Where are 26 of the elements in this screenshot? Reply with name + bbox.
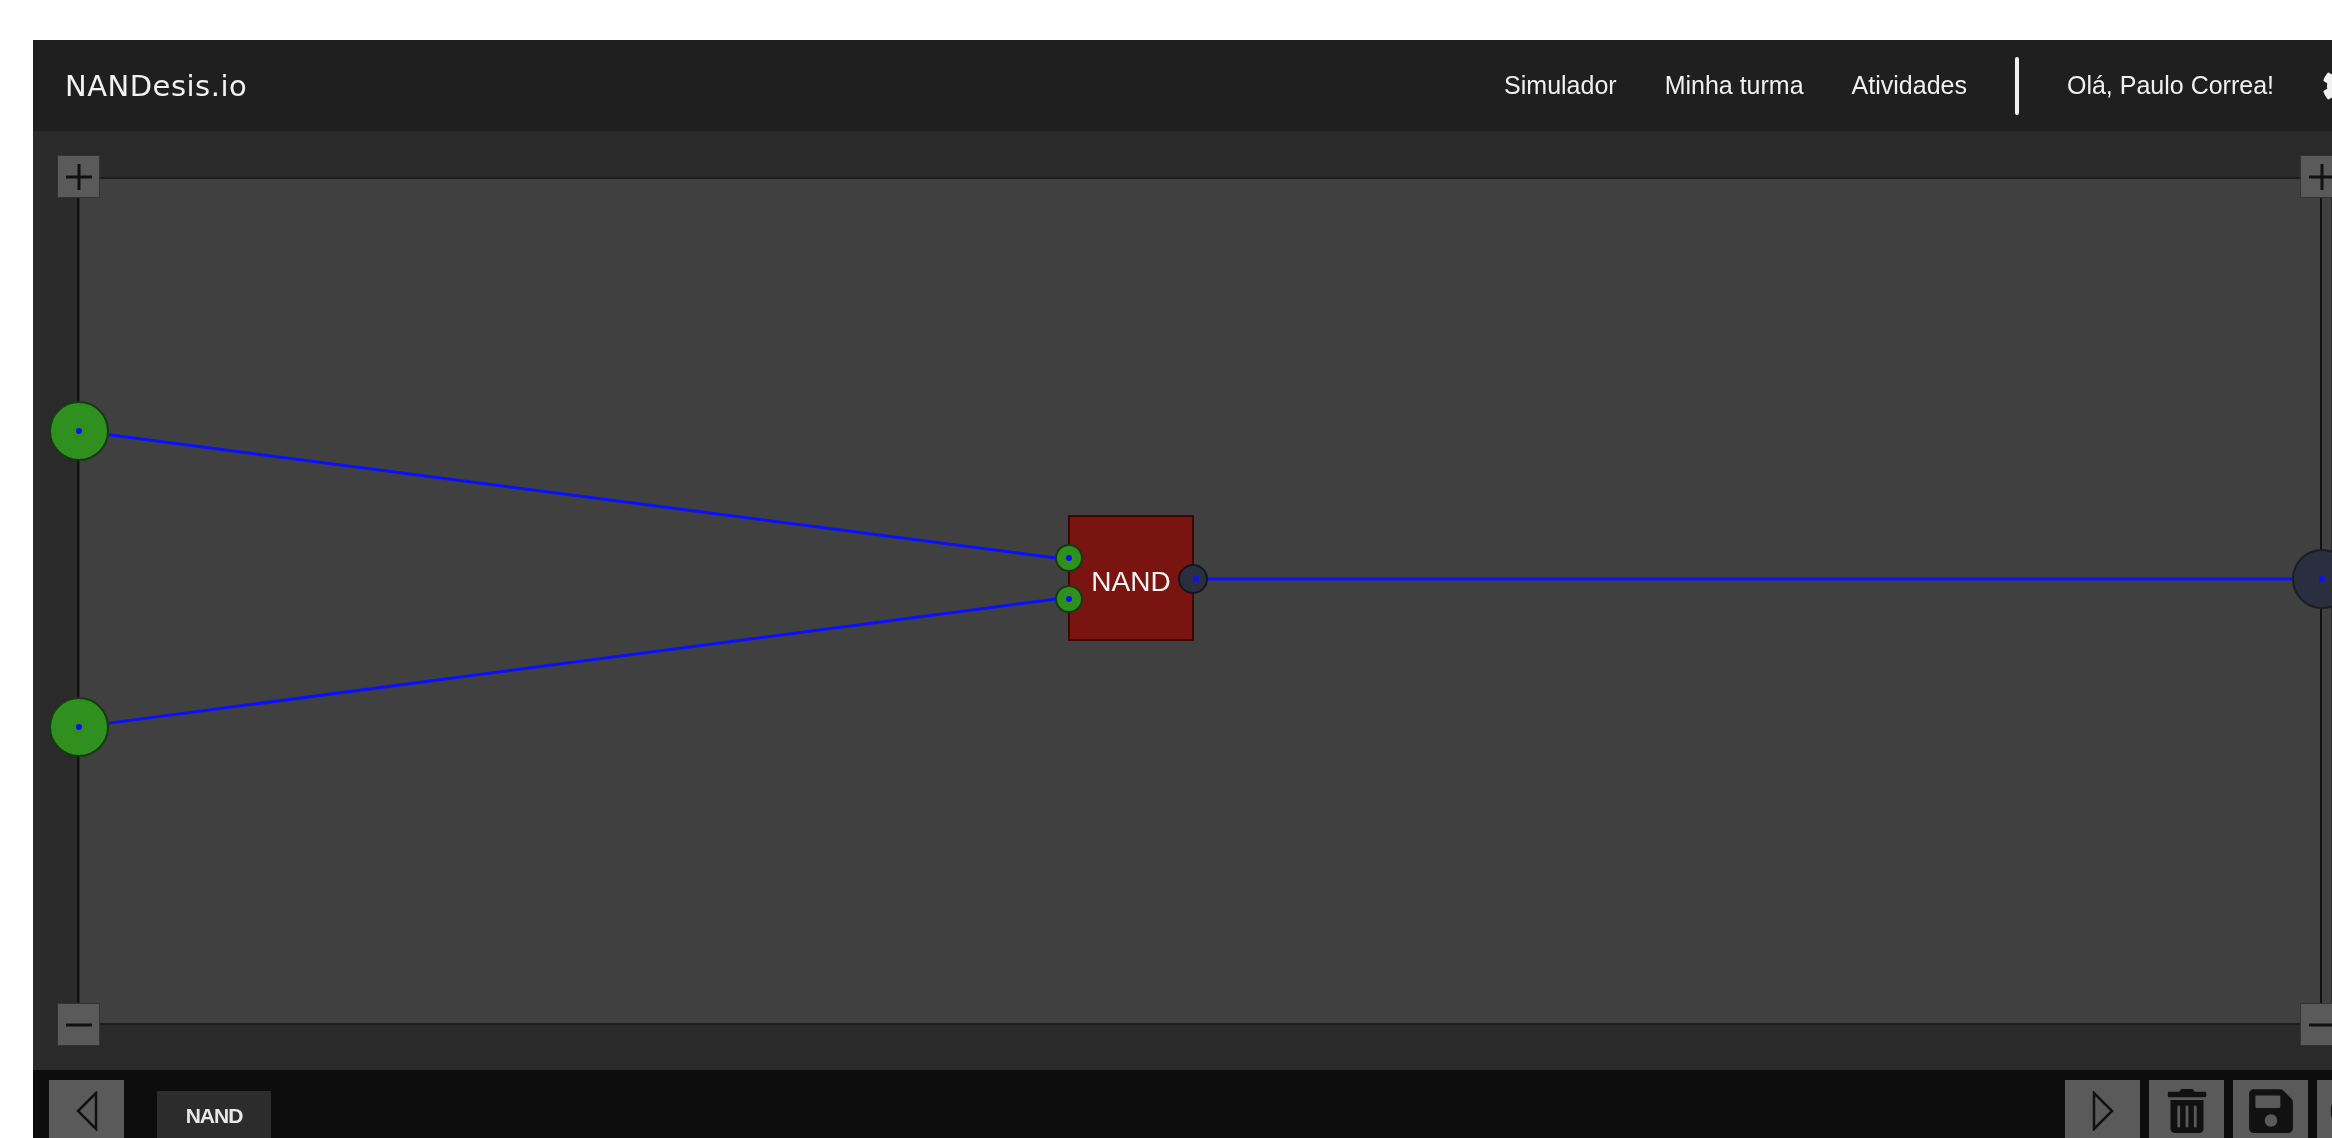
nav-link[interactable]: Simulador — [1504, 71, 1617, 100]
output-node[interactable] — [2292, 549, 2332, 609]
minus-icon — [63, 1021, 94, 1028]
component-chip[interactable]: NAND — [157, 1091, 271, 1138]
save-button[interactable] — [2233, 1080, 2308, 1138]
right-triangle-icon — [2091, 1091, 2114, 1131]
input-node[interactable] — [49, 401, 109, 461]
plus-icon — [2306, 161, 2332, 192]
app-logo[interactable]: NANDesis.io — [65, 68, 248, 103]
gate-body[interactable] — [1068, 515, 1194, 641]
gate-label: NAND — [1091, 566, 1171, 597]
left-triangle-icon — [75, 1091, 98, 1131]
nav-link[interactable]: Atividades — [1851, 71, 1967, 100]
nav-link[interactable]: Minha turma — [1664, 71, 1804, 100]
next-button[interactable] — [2065, 1080, 2140, 1138]
user-greeting: Olá, Paulo Correa! — [2066, 71, 2274, 100]
remove-input-button[interactable] — [57, 1003, 100, 1046]
delete-button[interactable] — [2149, 1080, 2224, 1138]
output-pin[interactable] — [1178, 564, 1208, 594]
remove-output-button[interactable] — [2300, 1003, 2332, 1046]
input-node[interactable] — [49, 697, 109, 757]
add-output-button[interactable] — [2300, 155, 2332, 198]
plus-icon — [63, 161, 94, 192]
minus-icon — [2306, 1021, 2332, 1028]
previous-button[interactable] — [49, 1080, 124, 1138]
add-input-button[interactable] — [57, 155, 100, 198]
